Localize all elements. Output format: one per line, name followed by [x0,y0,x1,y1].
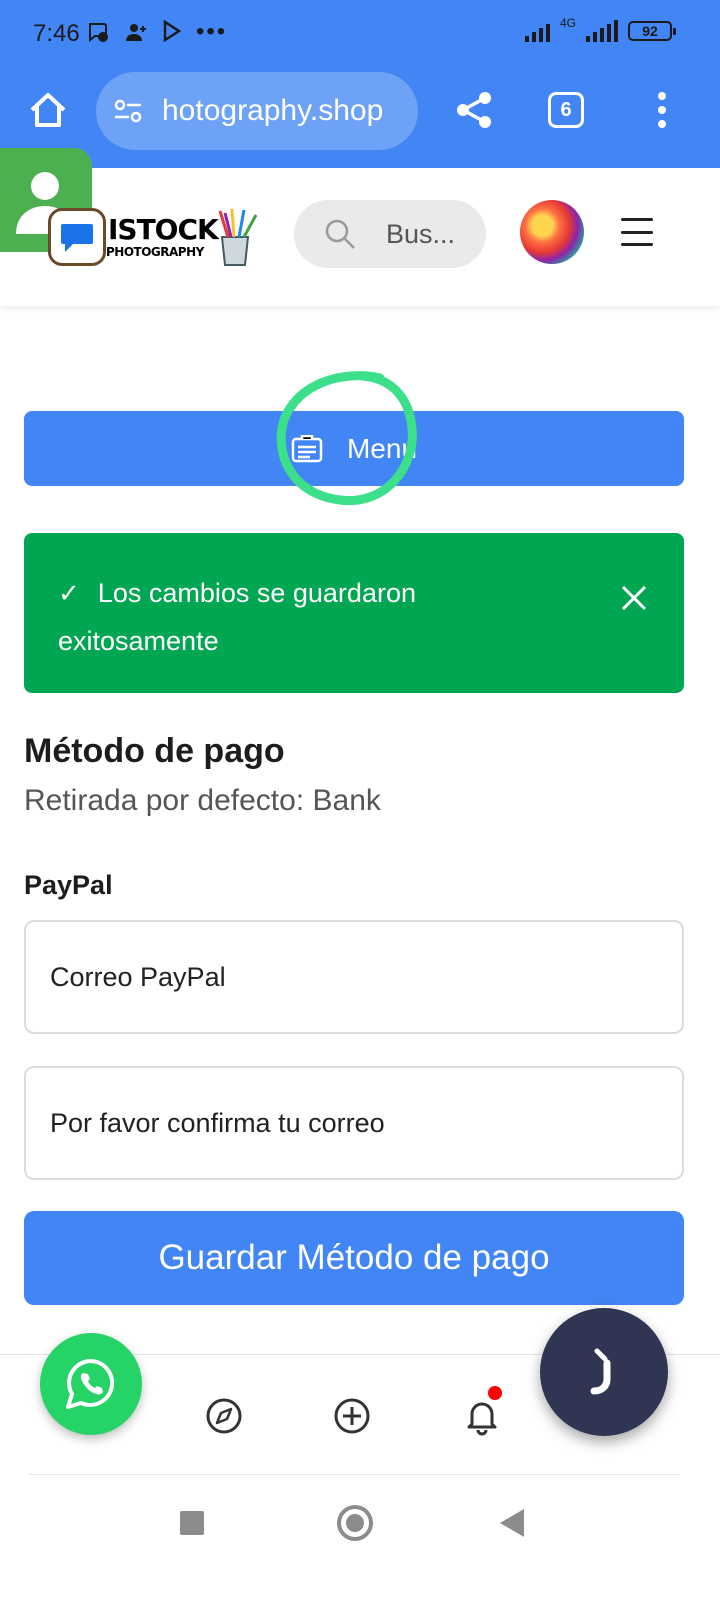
site-logo[interactable]: ISTOCK PHOTOGRAPHY [100,207,260,269]
browser-toolbar: hotography.shop 6 [0,70,720,166]
menu-button-label: Menu [346,432,418,464]
site-settings-icon[interactable] [112,95,144,127]
notification-icons [86,20,182,44]
close-icon[interactable] [620,584,648,612]
messages-app-badge[interactable] [48,208,106,266]
chat-widget-icon [590,1348,611,1395]
more-options-icon[interactable] [656,90,668,130]
play-store-icon [163,20,182,42]
compass-icon[interactable] [204,1396,244,1436]
share-icon[interactable] [454,90,494,130]
whatsapp-icon [66,1359,115,1409]
check-icon: ✓ [58,578,80,608]
site-search[interactable]: Bus... [294,200,486,268]
tab-switcher-button[interactable]: 6 [548,92,584,128]
status-bar: 7:46 ••• 4G 92 [0,0,720,70]
alert-message: Los cambios se guardaron exitosamente [58,578,416,656]
more-notifications-icon: ••• [196,18,228,45]
add-contact-icon [126,24,146,41]
url-text[interactable]: hotography.shop [162,94,383,128]
hamburger-menu-icon[interactable] [621,218,653,246]
home-button-icon[interactable] [337,1505,373,1541]
bell-icon[interactable] [462,1396,502,1436]
confirm-email-field[interactable] [24,1066,684,1180]
home-icon[interactable] [26,88,70,132]
battery-icon: 92 [628,21,676,41]
status-right: 4G 92 [524,16,676,42]
divider [28,1474,680,1475]
search-placeholder: Bus... [386,218,456,249]
notification-dot [486,1384,504,1402]
default-withdrawal-text: Retirada por defecto: Bank [24,784,381,817]
paypal-label: PayPal [24,870,113,900]
avatar[interactable] [520,200,584,264]
address-bar[interactable]: hotography.shop [96,72,418,150]
logo-text: ISTOCK [108,213,219,246]
whatsapp-button[interactable] [40,1333,142,1435]
success-alert: ✓ Los cambios se guardaron exitosamente [24,533,684,693]
chat-bubble-icon [61,224,93,252]
signal-icon-2 [586,20,618,42]
plus-circle-icon[interactable] [332,1396,372,1436]
menu-button[interactable]: Menu [24,411,684,486]
search-icon [325,219,355,249]
network-type: 4G [559,16,576,30]
page-title: Método de pago [24,732,285,770]
signal-icon [524,20,550,42]
clipboard-icon [291,434,323,462]
status-time: 7:46 [33,20,80,47]
logo-subtext: PHOTOGRAPHY [106,245,204,259]
chat-widget-button[interactable] [540,1308,668,1436]
paint-brushes-icon [218,208,258,266]
save-payment-method-button[interactable]: Guardar Método de pago [24,1211,684,1305]
paypal-email-field[interactable] [24,920,684,1034]
recents-icon[interactable] [180,1511,204,1535]
back-icon[interactable] [500,1509,524,1537]
messenger-icon [89,23,108,43]
